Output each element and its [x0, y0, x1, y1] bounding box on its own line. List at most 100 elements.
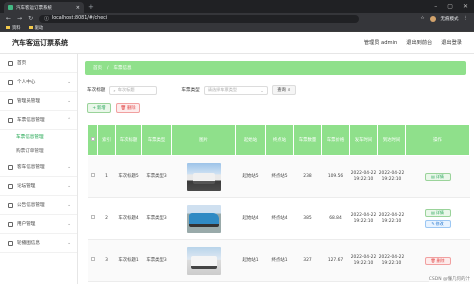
minimize-icon[interactable]: – — [434, 3, 437, 10]
trash-icon: 🗑 — [430, 257, 436, 263]
filter-bar: 车次标题 ⌕ 车次标题 车票类型 请选择车票类型 ⌄ 查询 ⌕ — [87, 85, 474, 95]
go-frontend-link[interactable]: 退出到前台 — [406, 39, 432, 46]
row-checkbox[interactable] — [90, 173, 95, 177]
sidebar-item-buses[interactable]: 客车信息管理 ⌄ — [0, 158, 77, 177]
ticket-table: 索引 车次标题 车票类型 图片 起始站 终点站 车票数量 车票价格 发车时间 到… — [87, 124, 470, 282]
sidebar-subitem-ticket-info[interactable]: 车票信息管理 — [0, 130, 77, 144]
cell-start: 起始站5 — [235, 155, 266, 198]
bulk-delete-button[interactable]: 🗑 删除 — [116, 103, 140, 113]
chevron-down-icon: ⌄ — [67, 240, 71, 246]
maximize-icon[interactable]: ▢ — [447, 3, 453, 10]
row-actions: ▤ 详情 — [406, 172, 470, 181]
sidebar-item-carousel[interactable]: 轮播图信息 ⌄ — [0, 234, 77, 253]
bus-icon — [8, 164, 13, 170]
sidebar-item-label: 用户管理 — [17, 222, 36, 227]
sidebar-item-label: 客车信息管理 — [17, 165, 45, 170]
folder-icon — [28, 26, 33, 29]
table-header-row: 索引 车次标题 车票类型 图片 起始站 终点站 车票数量 车票价格 发车时间 到… — [87, 124, 470, 156]
address-bar[interactable]: ⓘ localhost:8081/#/checi — [39, 14, 360, 23]
sidebar-item-tickets[interactable]: 车票信息管理 ⌃ — [0, 111, 77, 130]
detail-label: 详情 — [435, 210, 444, 215]
chevron-down-icon: ⌄ — [67, 183, 71, 189]
table-row[interactable]: 2 车次标题4 车票类型3 起始站4 终点站4 385 68.84 2022-0… — [87, 197, 470, 240]
image-icon — [8, 240, 13, 246]
bookmark-label: 驱动 — [34, 25, 44, 31]
column-header: 索引 — [97, 124, 116, 156]
sidebar-subitem-orders[interactable]: 购票订单管理 — [0, 144, 77, 158]
type-filter-label: 车票类型 — [181, 88, 200, 93]
chevron-down-icon: ⌄ — [260, 87, 264, 93]
back-icon[interactable]: ← — [6, 15, 11, 22]
sidebar-item-forum[interactable]: 论坛管理 ⌄ — [0, 177, 77, 196]
row-checkbox[interactable] — [90, 215, 95, 219]
watermark: CSDN @懂几何的汁 — [428, 276, 470, 282]
logout-link[interactable]: 退出登录 — [441, 39, 462, 46]
sidebar-item-home[interactable]: 首页 — [0, 54, 77, 73]
bookmarks-bar: 资料 驱动 — [0, 24, 474, 32]
sidebar-item-profile[interactable]: 个人中心 ⌄ — [0, 73, 77, 92]
close-tab-icon[interactable]: × — [76, 5, 80, 11]
select-all-checkbox[interactable] — [87, 124, 98, 156]
forward-icon[interactable]: → — [17, 15, 22, 22]
delete-row-button[interactable]: 🗑 删除 — [424, 256, 451, 265]
bookmark-item[interactable]: 驱动 — [28, 25, 44, 31]
detail-button[interactable]: ▤ 详情 — [424, 209, 451, 217]
home-icon — [8, 60, 13, 66]
sidebar-item-notices[interactable]: 公告信息管理 ⌄ — [0, 196, 77, 215]
star-icon[interactable]: ☆ — [420, 16, 424, 21]
cell-qty: 238 — [293, 155, 322, 198]
app-title: 汽车客运订票系统 — [12, 38, 68, 47]
info-icon: ⓘ — [44, 17, 49, 22]
column-header: 车票数量 — [293, 124, 322, 156]
avatar[interactable] — [429, 15, 436, 22]
profile-label: 无痕模式 — [440, 16, 459, 22]
edit-button[interactable]: ✎ 修改 — [424, 220, 451, 228]
title-search-input[interactable]: ⌕ 车次标题 — [109, 85, 158, 95]
search-button-label: 查询 — [277, 88, 286, 93]
search-button[interactable]: 查询 ⌕ — [271, 85, 296, 95]
detail-label: 详情 — [435, 173, 444, 179]
cell-qty: 327 — [293, 239, 322, 282]
add-button-label: 新增 — [97, 106, 106, 111]
new-tab-icon[interactable]: + — [88, 3, 94, 11]
sidebar-item-admins[interactable]: 管理员管理 ⌄ — [0, 92, 77, 111]
sidebar-item-label: 轮播图信息 — [17, 241, 40, 246]
notice-icon — [8, 202, 13, 208]
cell-price: 109.56 — [321, 155, 350, 198]
sidebar-item-label: 公告信息管理 — [17, 203, 45, 208]
window-controls: – ▢ ✕ — [434, 3, 474, 10]
browser-tab-title: 汽车客运订票系统 — [16, 5, 52, 11]
ticket-icon — [8, 117, 13, 123]
add-button[interactable]: + 新增 — [87, 103, 111, 113]
close-window-icon[interactable]: ✕ — [463, 3, 468, 10]
trash-icon: 🗑 — [120, 105, 126, 111]
sidebar-item-label: 首页 — [17, 61, 27, 66]
row-checkbox[interactable] — [90, 257, 95, 261]
reload-icon[interactable]: ↻ — [28, 15, 33, 22]
ticket-type-select[interactable]: 请选择车票类型 ⌄ — [203, 85, 268, 95]
breadcrumb-home[interactable]: 首页 — [93, 65, 102, 71]
column-header: 终点站 — [265, 124, 294, 156]
users-icon — [8, 221, 13, 227]
breadcrumb-separator: / — [107, 65, 109, 71]
bookmark-item[interactable]: 资料 — [6, 25, 21, 31]
cell-index: 1 — [97, 155, 116, 198]
table-row[interactable]: 3 车次标题1 车票类型3 起始站1 终点站1 327 127.67 2022-… — [87, 239, 470, 282]
folder-icon — [6, 26, 10, 29]
cell-title: 车次标题5 — [115, 155, 142, 198]
column-header: 车次标题 — [115, 124, 142, 156]
column-header: 图片 — [171, 124, 236, 156]
browser-tab[interactable]: 汽车客运订票系统 × — [4, 2, 84, 13]
column-header: 起始站 — [235, 124, 266, 156]
bus-photo — [186, 162, 221, 191]
chevron-down-icon: ⌄ — [67, 98, 71, 104]
row-actions: 🗑 删除 — [406, 256, 470, 265]
chevron-up-icon: ⌃ — [67, 117, 71, 123]
sidebar-item-users[interactable]: 用户管理 ⌄ — [0, 215, 77, 234]
cell-type: 车票类型3 — [141, 197, 172, 240]
table-row[interactable]: 1 车次标题5 车票类型3 起始站5 终点站5 238 109.56 2022-… — [87, 155, 470, 198]
menu-icon[interactable]: ⋮ — [464, 16, 469, 21]
detail-button[interactable]: ▤ 详情 — [424, 172, 451, 181]
cell-depart: 2022-04-22 19:22:10 — [349, 239, 378, 282]
admin-icon — [8, 98, 13, 104]
